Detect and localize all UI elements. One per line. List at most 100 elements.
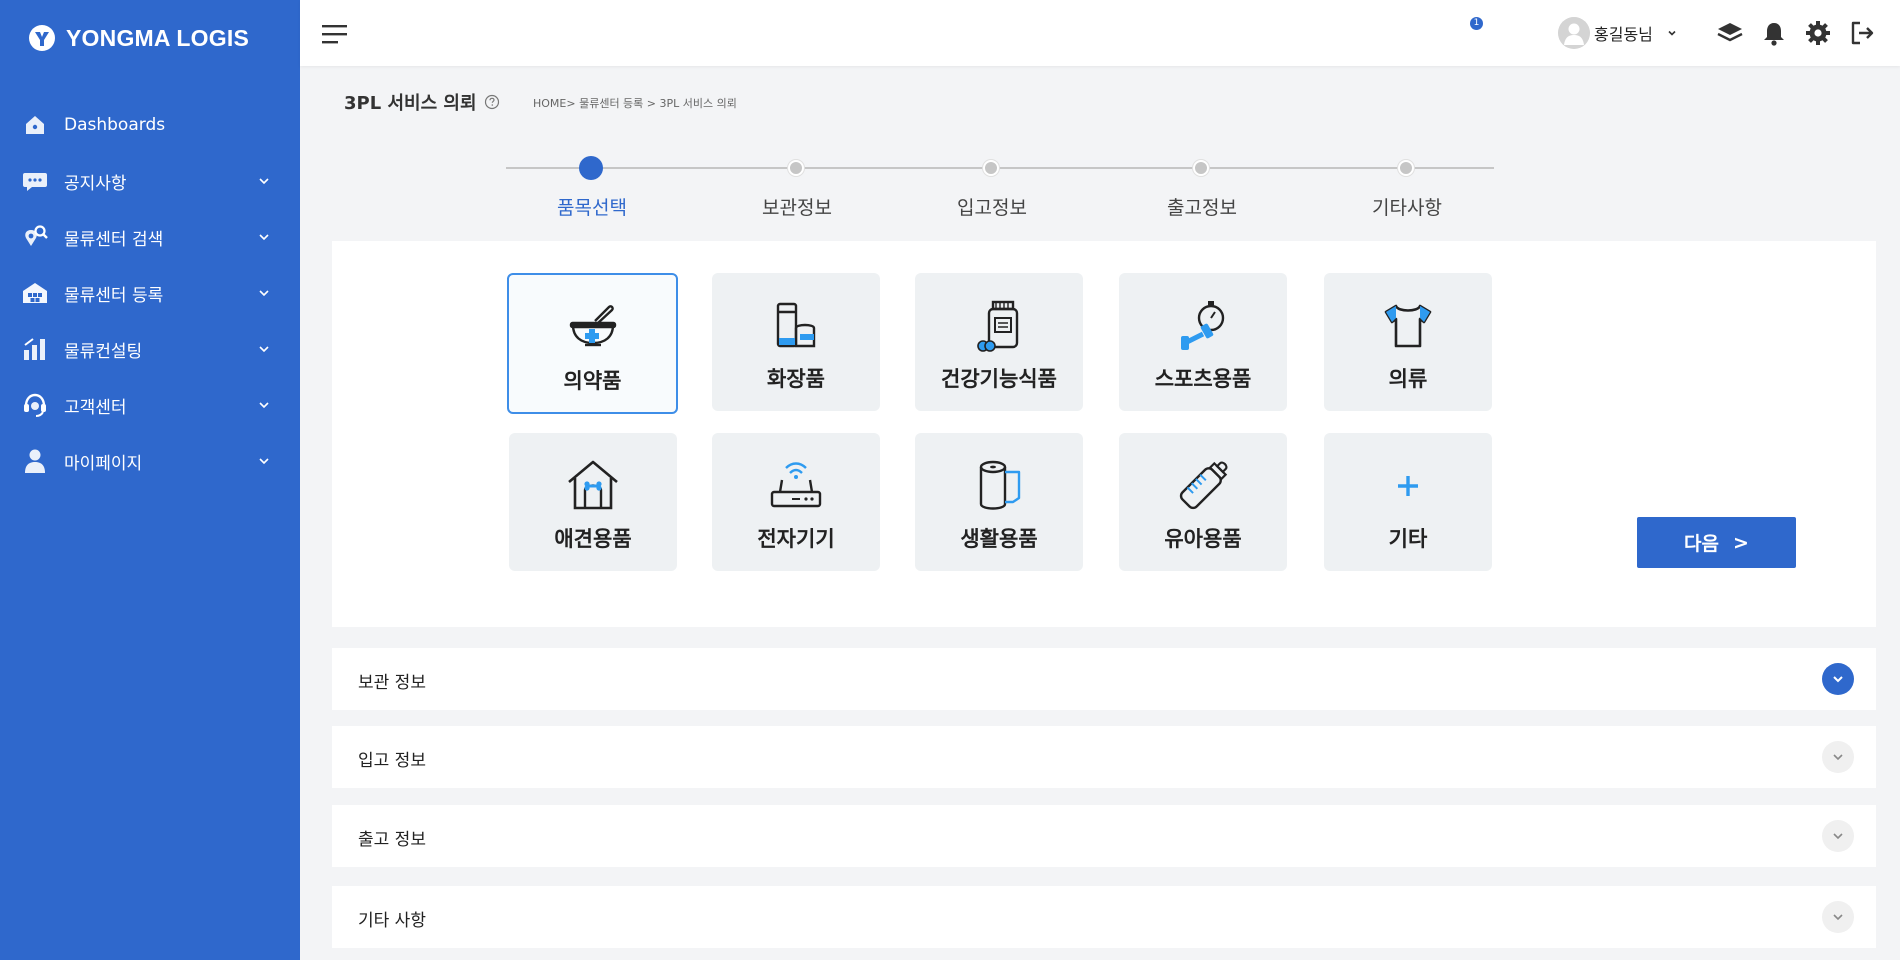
page-title: 3PL 서비스 의뢰 (344, 93, 477, 114)
category-label: 기타 (1388, 527, 1428, 551)
accordion-inbound-info[interactable]: 입고 정보 (332, 726, 1876, 788)
category-tile-sports[interactable]: 스포츠용품 (1119, 273, 1287, 411)
accordion-title: 기타 사항 (358, 911, 426, 931)
chevron-down-icon[interactable] (1822, 820, 1854, 852)
brand-logo[interactable]: YONGMA LOGIS (28, 24, 249, 52)
help-icon[interactable] (484, 94, 500, 110)
dog-house-icon (568, 460, 618, 510)
step-dot-5[interactable] (1398, 160, 1414, 176)
avatar (1558, 17, 1590, 49)
sidebar-item-mypage[interactable]: 마이페이지 (0, 433, 300, 489)
sidebar-item-label: Dashboards (64, 115, 166, 135)
step-label-1[interactable]: 품목선택 (512, 193, 672, 220)
step-dot-1[interactable] (579, 156, 603, 180)
sidebar-item-label: 물류센터 등록 (64, 285, 164, 306)
stepper-track (506, 167, 1494, 169)
chevron-down-icon (259, 290, 269, 297)
sidebar-item-label: 마이페이지 (64, 453, 143, 474)
chevron-down-icon (259, 178, 269, 185)
sidebar-item-dashboards[interactable]: Dashboards (0, 97, 300, 153)
tissue-roll-icon (979, 460, 1021, 510)
chevron-down-icon (259, 234, 269, 241)
location-search-icon (22, 224, 48, 250)
chevron-right-icon: > (1733, 531, 1749, 554)
mortar-pestle-icon (569, 305, 616, 347)
step-label-3[interactable]: 입고정보 (912, 193, 1072, 220)
sidebar-item-center-search[interactable]: 물류센터 검색 (0, 209, 300, 265)
chevron-down-icon (259, 402, 269, 409)
user-menu[interactable]: 홍길동님 (1558, 17, 1677, 49)
accordion-title: 보관 정보 (358, 673, 426, 693)
category-label: 건강기능식품 (941, 367, 1057, 391)
category-label: 생활용품 (960, 527, 1038, 551)
headset-icon (22, 392, 48, 418)
step-dot-4[interactable] (1193, 160, 1209, 176)
chevron-down-icon[interactable] (1822, 741, 1854, 773)
sidebar-item-label: 물류컨설팅 (64, 341, 143, 362)
chat-bubble-icon (22, 168, 48, 194)
sidebar: YONGMA LOGIS Dashboards 공지사항 물류센터 검색 물류센… (0, 0, 300, 960)
sidebar-item-center-register[interactable]: 물류센터 등록 (0, 265, 300, 321)
category-label: 유아용품 (1164, 527, 1242, 551)
baby-bottle-icon (1179, 461, 1228, 510)
next-button-label: 다음 (1684, 533, 1720, 555)
category-tile-electronics[interactable]: 전자기기 (712, 433, 880, 571)
category-label: 의약품 (563, 369, 622, 393)
category-label: 화장품 (767, 367, 825, 391)
category-tile-pet[interactable]: 애견용품 (509, 433, 677, 571)
logout-icon[interactable] (1848, 19, 1876, 47)
accordion-outbound-info[interactable]: 출고 정보 (332, 805, 1876, 867)
shirt-icon (1384, 304, 1432, 348)
step-label-5[interactable]: 기타사항 (1327, 193, 1487, 220)
bar-chart-icon (22, 336, 48, 362)
accordion-title: 입고 정보 (358, 751, 426, 771)
category-tile-clothing[interactable]: 의류 (1324, 273, 1492, 411)
chevron-down-icon[interactable] (1822, 901, 1854, 933)
logo-mark-icon (29, 25, 55, 51)
layers-icon[interactable] (1716, 19, 1744, 47)
next-button[interactable]: 다음 > (1637, 517, 1796, 568)
chevron-down-icon[interactable] (1822, 663, 1854, 695)
sidebar-item-label: 고객센터 (64, 397, 127, 418)
step-label-2[interactable]: 보관정보 (717, 193, 877, 220)
category-tile-medicine[interactable]: 의약품 (507, 273, 678, 414)
chevron-down-icon (259, 346, 269, 353)
category-tile-baby[interactable]: 유아용품 (1119, 433, 1287, 571)
brand-name: YONGMA LOGIS (66, 24, 249, 51)
home-icon (22, 112, 48, 138)
category-tile-health-food[interactable]: 건강기능식품 (915, 273, 1083, 411)
step-dot-3[interactable] (983, 160, 999, 176)
accordion-other-info[interactable]: 기타 사항 (332, 886, 1876, 948)
notification-badge: 1 (1470, 17, 1483, 30)
step-label-4[interactable]: 출고정보 (1122, 193, 1282, 220)
chevron-down-icon (1668, 30, 1676, 36)
user-name: 홍길동님 (1594, 25, 1653, 44)
supplement-bottle-icon (977, 300, 1019, 352)
bell-icon[interactable] (1760, 19, 1788, 47)
sidebar-item-label: 물류센터 검색 (64, 229, 164, 250)
accordion-storage-info[interactable]: 보관 정보 (332, 648, 1876, 710)
chevron-down-icon (259, 458, 269, 465)
dumbbell-stopwatch-icon (1181, 301, 1225, 350)
warehouse-icon (22, 280, 48, 306)
accordion-title: 출고 정보 (358, 830, 426, 850)
step-dot-2[interactable] (788, 160, 804, 176)
sidebar-item-notices[interactable]: 공지사항 (0, 153, 300, 209)
sidebar-item-label: 공지사항 (64, 173, 127, 194)
sidebar-item-support[interactable]: 고객센터 (0, 377, 300, 433)
cosmetics-icon (776, 302, 816, 348)
menu-toggle-icon[interactable] (322, 24, 348, 44)
gear-icon[interactable] (1804, 19, 1832, 47)
sidebar-nav: Dashboards 공지사항 물류센터 검색 물류센터 등록 물류컨설팅 고객… (0, 97, 300, 489)
category-label: 스포츠용품 (1154, 367, 1252, 391)
category-tile-other[interactable]: 기타 (1324, 433, 1492, 571)
category-tile-living[interactable]: 생활용품 (915, 433, 1083, 571)
plus-icon (1398, 476, 1418, 496)
sidebar-item-consulting[interactable]: 물류컨설팅 (0, 321, 300, 377)
top-header: 홍길동님 (300, 0, 1900, 66)
category-tile-cosmetics[interactable]: 화장품 (712, 273, 880, 411)
category-label: 애견용품 (554, 527, 632, 551)
router-icon (770, 462, 822, 508)
user-icon (22, 448, 48, 474)
category-label: 의류 (1388, 367, 1428, 391)
